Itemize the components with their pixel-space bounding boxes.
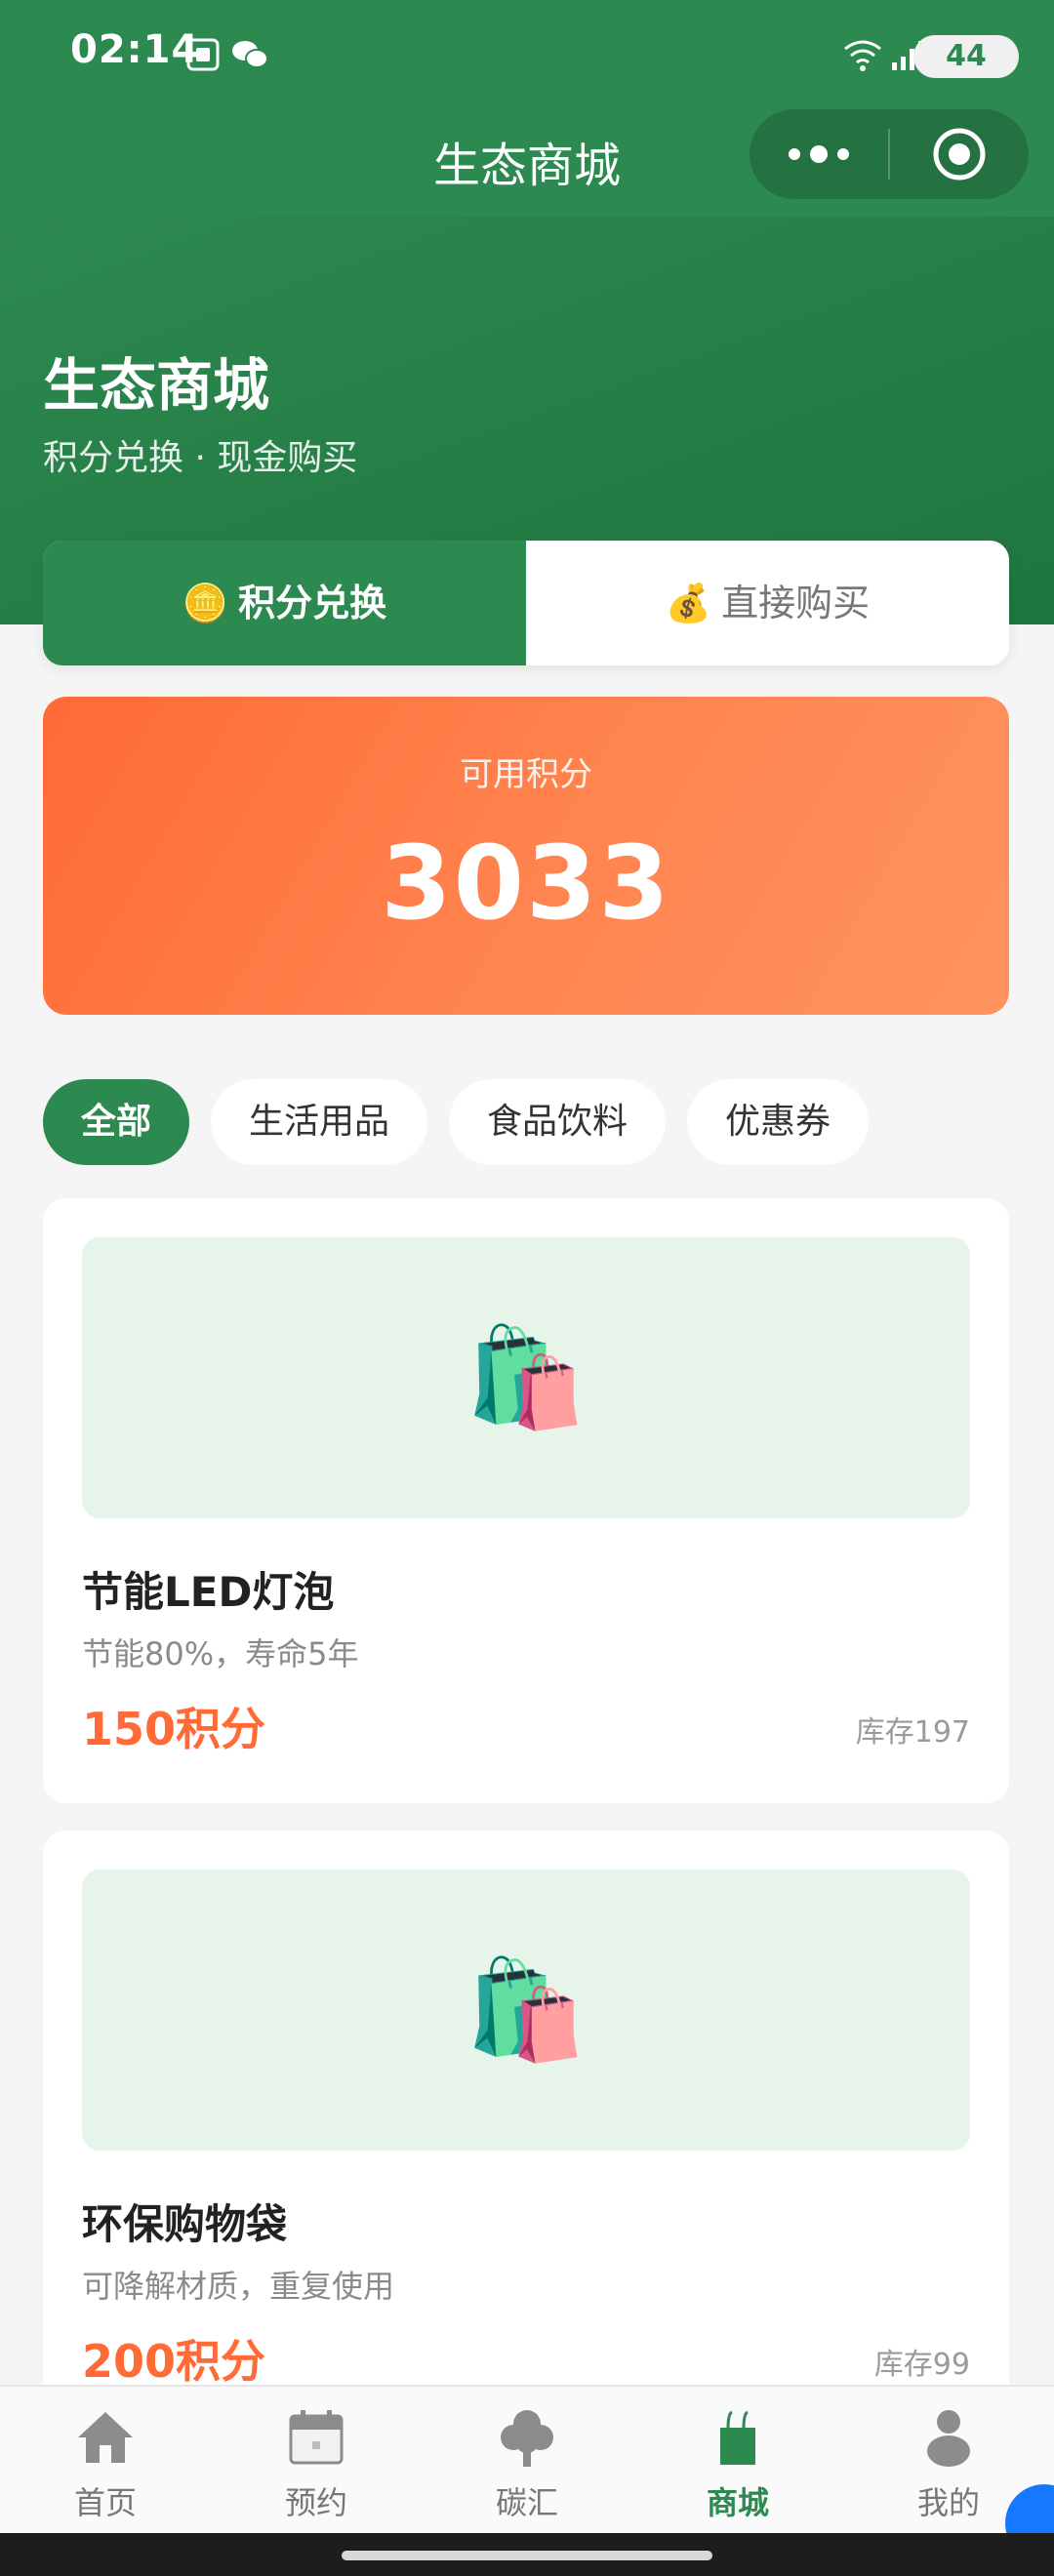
hero-subtitle: 积分兑换 · 现金购买 (43, 438, 358, 478)
calendar-icon (289, 2410, 344, 2465)
product-stock: 库存197 (855, 1715, 970, 1750)
tabbar-label: 首页 (73, 2484, 137, 2521)
tabbar-item-home[interactable]: 首页 (0, 2387, 211, 2535)
money-bag-icon: 💰 (665, 582, 712, 624)
product-description: 节能80%，寿命5年 (82, 1635, 359, 1672)
home-icon (78, 2412, 133, 2463)
wifi-icon (844, 40, 881, 71)
points-value: 3033 (381, 824, 671, 943)
home-indicator[interactable] (342, 2551, 712, 2560)
shop-bag-icon (720, 2410, 755, 2465)
coin-icon: 🪙 (182, 582, 229, 624)
tabbar-item-shop[interactable]: 商城 (632, 2387, 843, 2535)
product-stock: 库存99 (873, 2348, 970, 2382)
mini-program-capsule (750, 109, 1029, 199)
product-image: 🛍️ (82, 1870, 970, 2151)
close-mini-program-button[interactable] (890, 109, 1029, 199)
tabbar-label: 预约 (284, 2484, 347, 2521)
status-time: 02:14 (70, 27, 200, 72)
product-name: 节能LED灯泡 (82, 1568, 335, 1616)
user-icon (927, 2410, 970, 2467)
wechat-icon (232, 41, 268, 68)
mode-tabs: 🪙 积分兑换 💰 直接购买 (43, 541, 1009, 665)
category-chip-all[interactable]: 全部 (43, 1079, 189, 1165)
category-chip-food-drinks[interactable]: 食品饮料 (449, 1079, 666, 1165)
tabbar-item-booking[interactable]: 预约 (211, 2387, 422, 2535)
points-card: 可用积分 3033 (43, 697, 1009, 1015)
screenshot-icon (186, 38, 220, 71)
more-icon (789, 145, 849, 163)
tab-direct-purchase[interactable]: 💰 直接购买 (526, 541, 1009, 665)
category-chip-daily-goods[interactable]: 生活用品 (211, 1079, 427, 1165)
tree-icon (501, 2410, 553, 2467)
product-name: 环保购物袋 (82, 2200, 288, 2248)
tabbar-label: 碳汇 (495, 2484, 558, 2521)
product-image: 🛍️ (82, 1237, 970, 1518)
product-card[interactable]: 🛍️ 环保购物袋 可降解材质，重复使用 200积分 库存99 (43, 1831, 1009, 2435)
shopping-bags-icon: 🛍️ (465, 1320, 588, 1434)
product-description: 可降解材质，重复使用 (82, 2268, 395, 2305)
shopping-bags-icon: 🛍️ (465, 1952, 588, 2067)
points-label: 可用积分 (460, 755, 592, 794)
tab-label: 积分兑换 (238, 582, 387, 624)
system-nav-bar (0, 2533, 1054, 2576)
battery-indicator: 44 (913, 35, 1019, 78)
bottom-tab-bar: 首页 预约 碳汇 商城 我的 (0, 2385, 1054, 2533)
product-price: 150积分 (82, 1703, 266, 1755)
tab-label: 直接购买 (721, 582, 871, 624)
status-bar: 02:14 44 (0, 0, 1054, 107)
target-icon (933, 128, 986, 181)
tab-points-exchange[interactable]: 🪙 积分兑换 (43, 541, 526, 665)
tabbar-item-carbon[interactable]: 碳汇 (422, 2387, 632, 2535)
tabbar-label: 商城 (706, 2484, 769, 2521)
hero-title: 生态商城 (43, 352, 270, 419)
category-chip-coupons[interactable]: 优惠券 (687, 1079, 869, 1165)
product-price: 200积分 (82, 2335, 266, 2388)
product-card[interactable]: 🛍️ 节能LED灯泡 节能80%，寿命5年 150积分 库存197 (43, 1198, 1009, 1803)
more-button[interactable] (750, 109, 888, 199)
